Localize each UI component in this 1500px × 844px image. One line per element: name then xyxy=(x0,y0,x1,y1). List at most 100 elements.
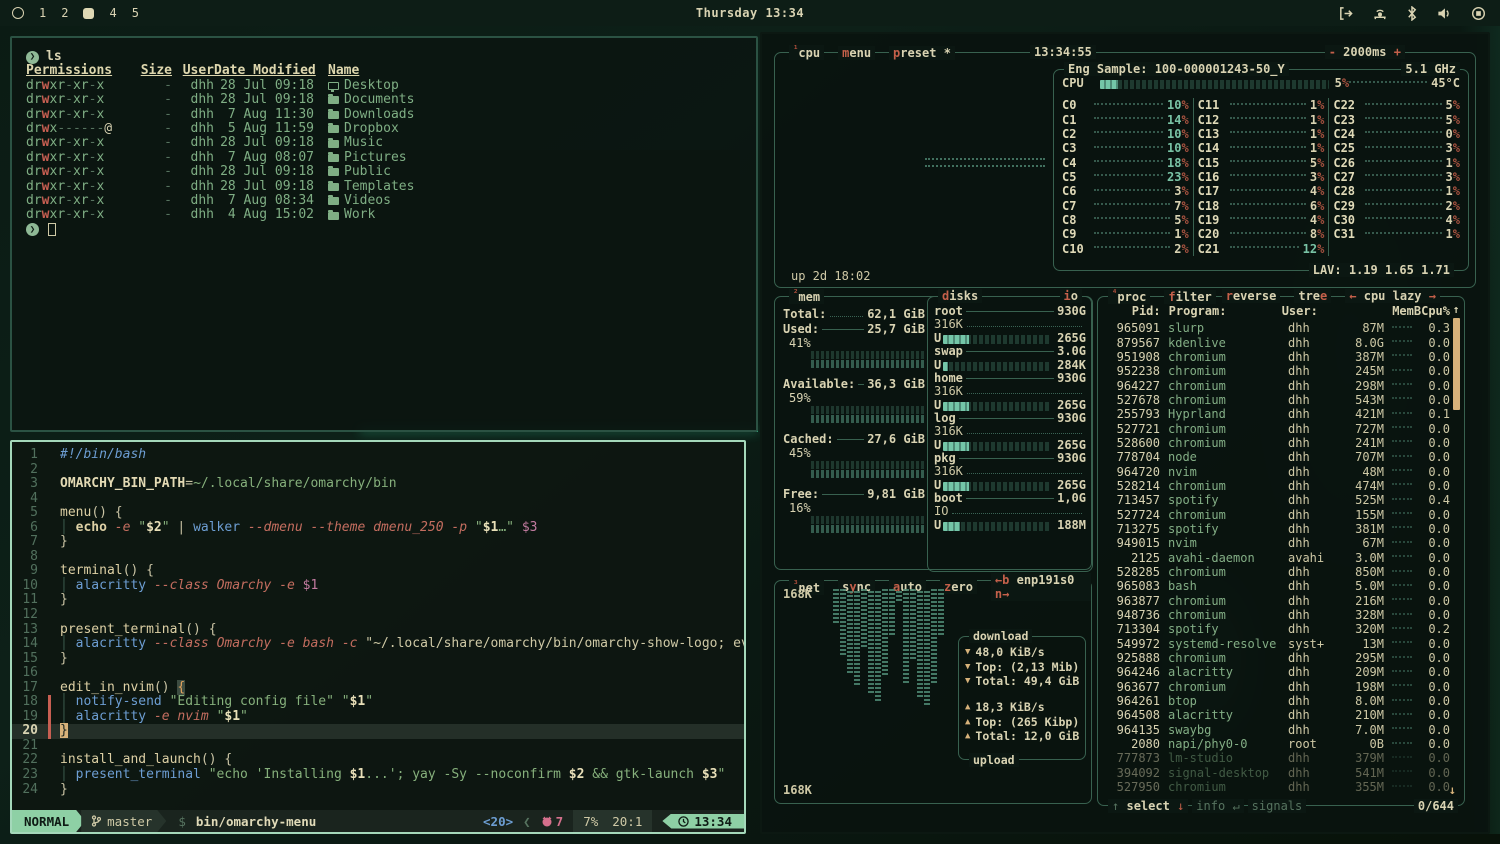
proc-scrollbar[interactable]: ↑ xyxy=(1451,303,1461,787)
info-button[interactable]: info xyxy=(1196,799,1225,813)
editor-line[interactable]: 24} xyxy=(12,783,744,798)
neovim-window[interactable]: 1#!/bin/bash23OMARCHY_BIN_PATH=~/.local/… xyxy=(10,440,746,834)
editor-line[interactable]: 11} xyxy=(12,593,744,608)
screenshare-icon[interactable] xyxy=(1471,6,1486,21)
btop-window[interactable]: ¹cpu menu preset * 13:34:55 - 2000ms + E… xyxy=(760,32,1490,834)
editor-line[interactable]: 18│ notify-send "Editing config file" "$… xyxy=(12,695,744,710)
volume-icon[interactable] xyxy=(1436,6,1452,21)
process-row[interactable]: 528600chromiumdhh241M0.0 xyxy=(1102,436,1450,450)
process-row[interactable]: 713304spotifydhh320M0.2 xyxy=(1102,622,1450,636)
process-row[interactable]: 527950chromiumdhh355M0.0 xyxy=(1102,780,1450,794)
process-row[interactable]: 713457spotifydhh525M0.4 xyxy=(1102,493,1450,507)
mem-graph xyxy=(811,461,925,469)
process-row[interactable]: 948736chromiumdhh328M0.0 xyxy=(1102,608,1450,622)
process-row[interactable]: 964135swaybgdhh7.0M0.0 xyxy=(1102,723,1450,737)
tree-button[interactable]: tree xyxy=(1294,289,1331,303)
core-usage: C225% xyxy=(1333,98,1460,112)
logout-icon[interactable] xyxy=(1338,6,1353,21)
mem-tab[interactable]: ²mem xyxy=(789,289,824,304)
process-row[interactable]: 964508alacrittydhh210M0.0 xyxy=(1102,708,1450,722)
editor-line[interactable]: 23│ present_terminal "echo 'Installing $… xyxy=(12,768,744,783)
editor-line[interactable]: 12 xyxy=(12,608,744,623)
editor-line[interactable]: 5menu() { xyxy=(12,506,744,521)
cpu-tab[interactable]: ¹cpu xyxy=(789,45,824,60)
header-user[interactable]: User: xyxy=(1282,304,1331,318)
scrollbar-thumb[interactable] xyxy=(1453,318,1460,410)
process-row[interactable]: 965091slurpdhh87M0.3 xyxy=(1102,321,1450,335)
editor-line[interactable]: 13present_terminal() { xyxy=(12,623,744,638)
cpu-model: Eng Sample: 100-000001243-50_Y xyxy=(1064,62,1289,76)
process-row[interactable]: 879567kdenlivedhh8.0G0.0 xyxy=(1102,335,1450,349)
editor-line[interactable]: 20} xyxy=(12,724,744,739)
terminal-window-ls[interactable]: ❯ ls Permissions Size User Date Modified… xyxy=(10,36,758,432)
editor-line[interactable]: 21 xyxy=(12,739,744,754)
editor-line[interactable]: 1#!/bin/bash xyxy=(12,448,744,463)
process-row[interactable]: 964720nvimdhh48M0.0 xyxy=(1102,464,1450,478)
editor-line[interactable]: 10│ alacritty --class Omarchy -e $1 xyxy=(12,579,744,594)
interval-plus-button[interactable]: + xyxy=(1394,45,1401,59)
shell-prompt-2[interactable]: ❯ xyxy=(26,223,742,237)
network-icon[interactable] xyxy=(1372,6,1388,21)
mem-panel-title: ²mem xyxy=(789,289,824,304)
editor-line[interactable]: 4 xyxy=(12,492,744,507)
process-row[interactable]: 951908chromiumdhh387M0.0 xyxy=(1102,350,1450,364)
editor-line[interactable]: 22install_and_launch() { xyxy=(12,753,744,768)
proc-tab[interactable]: ⁴proc xyxy=(1108,289,1150,304)
editor-line[interactable]: 2 xyxy=(12,463,744,478)
process-row[interactable]: 925888chromiumdhh295M0.0 xyxy=(1102,651,1450,665)
process-row[interactable]: 964246alacrittydhh209M0.0 xyxy=(1102,665,1450,679)
process-row[interactable]: 527721chromiumdhh727M0.0 xyxy=(1102,421,1450,435)
editor-line[interactable]: 14│ alacritty --class Omarchy -e bash -c… xyxy=(12,637,744,652)
process-row[interactable]: 964261btopdhh8.0M0.0 xyxy=(1102,694,1450,708)
interface-selector[interactable]: ←b enp191s0 n→ xyxy=(991,573,1091,601)
editor-line[interactable]: 6│ echo -e "$2" | walker --dmenu --theme… xyxy=(12,521,744,536)
editor-line[interactable]: 15} xyxy=(12,652,744,667)
process-row[interactable]: 949015nvimdhh67M0.0 xyxy=(1102,536,1450,550)
header-program[interactable]: Program: xyxy=(1161,304,1282,318)
scroll-down-icon[interactable]: ↓ xyxy=(1449,783,1456,797)
process-row[interactable]: 963877chromiumdhh216M0.0 xyxy=(1102,594,1450,608)
process-row[interactable]: 527724chromiumdhh155M0.0 xyxy=(1102,507,1450,521)
process-row[interactable]: 965083bashdhh5.0M0.0 xyxy=(1102,579,1450,593)
signals-button[interactable]: signals xyxy=(1248,799,1307,813)
process-row[interactable]: 964227chromiumdhh298M0.0 xyxy=(1102,378,1450,392)
header-pid[interactable]: Pid: xyxy=(1106,304,1161,318)
process-row[interactable]: 528285chromiumdhh850M0.0 xyxy=(1102,565,1450,579)
preset-button[interactable]: preset * xyxy=(889,46,955,60)
select-button[interactable]: select xyxy=(1126,799,1169,813)
filter-button[interactable]: filter xyxy=(1164,290,1215,304)
header-cpu[interactable]: Cpu% xyxy=(1421,304,1450,318)
process-row[interactable]: 2080napi/phy0-0root0B0.0 xyxy=(1102,737,1450,751)
interval-minus-button[interactable]: - xyxy=(1329,45,1336,59)
editor-line[interactable]: 7} xyxy=(12,535,744,550)
process-row[interactable]: 778704nodedhh707M0.0 xyxy=(1102,450,1450,464)
process-row[interactable]: 528214chromiumdhh474M0.0 xyxy=(1102,479,1450,493)
process-row[interactable]: 394092signal-desktopdhh541M0.0 xyxy=(1102,766,1450,780)
process-row[interactable]: 527678chromiumdhh543M0.0 xyxy=(1102,393,1450,407)
process-row[interactable]: 2125avahi-daemonavahi3.0M0.0 xyxy=(1102,551,1450,565)
proc-panel-title: ⁴proc filter xyxy=(1108,289,1216,304)
scroll-up-icon[interactable]: ↑ xyxy=(1451,303,1461,316)
reverse-button[interactable]: reverse xyxy=(1222,289,1281,303)
disks-button[interactable]: disks xyxy=(938,289,982,303)
menu-button[interactable]: menu xyxy=(838,46,875,60)
process-row[interactable]: 713275spotifydhh381M0.0 xyxy=(1102,522,1450,536)
editor-line[interactable]: 19│ alacritty -e nvim "$1" xyxy=(12,710,744,725)
editor-line[interactable]: 3OMARCHY_BIN_PATH=~/.local/share/omarchy… xyxy=(12,477,744,492)
mem-panel: ²mem Total:62,1 GiBUsed:25,7 GiB41%Avail… xyxy=(774,296,1092,570)
process-row[interactable]: 963677chromiumdhh198M0.0 xyxy=(1102,680,1450,694)
editor-line[interactable]: 16 xyxy=(12,666,744,681)
process-row[interactable]: 777873lm-studiodhh379M0.0 xyxy=(1102,751,1450,765)
io-button[interactable]: io xyxy=(1060,289,1082,303)
sort-selector[interactable]: ← cpu lazy → xyxy=(1345,289,1440,303)
process-row[interactable]: 255793Hyprlanddhh421M0.1 xyxy=(1102,407,1450,421)
process-row[interactable]: 549972systemd-resolvesyst+13M0.0 xyxy=(1102,637,1450,651)
mem-stat: Free:9,81 GiB xyxy=(783,487,925,501)
editor-line[interactable]: 8 xyxy=(12,550,744,565)
mem-graph xyxy=(811,415,925,423)
header-memb[interactable]: MemB xyxy=(1331,304,1421,318)
bluetooth-icon[interactable] xyxy=(1407,6,1417,21)
editor-line[interactable]: 9terminal() { xyxy=(12,564,744,579)
process-row[interactable]: 952238chromiumdhh245M0.0 xyxy=(1102,364,1450,378)
editor-buffer[interactable]: 1#!/bin/bash23OMARCHY_BIN_PATH=~/.local/… xyxy=(12,442,744,797)
